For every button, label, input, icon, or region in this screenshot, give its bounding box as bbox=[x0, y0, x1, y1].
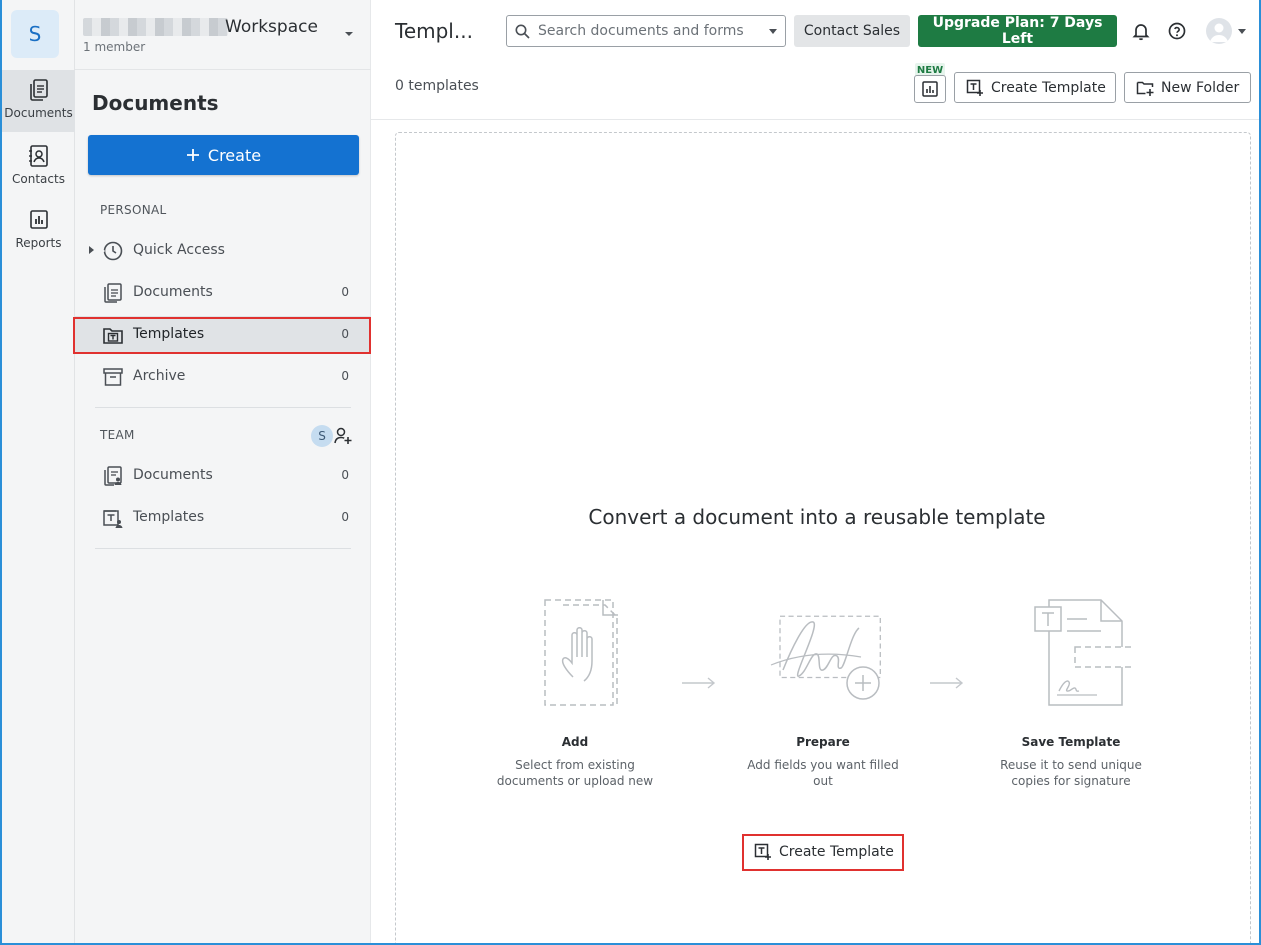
rail-item-documents[interactable]: Documents bbox=[2, 70, 75, 132]
sidebar-item-templates[interactable]: Templates 0 bbox=[75, 316, 371, 354]
workspace-name: Workspace bbox=[225, 17, 318, 37]
toolbar-divider bbox=[371, 119, 1259, 120]
nav-label: Archive bbox=[133, 368, 186, 384]
step-title: Save Template bbox=[1021, 735, 1121, 749]
report-button[interactable] bbox=[914, 75, 946, 103]
new-folder-label: New Folder bbox=[1161, 79, 1240, 96]
empty-state-create-template-button[interactable]: Create Template bbox=[744, 837, 900, 867]
team-member-avatar[interactable]: S bbox=[311, 425, 333, 447]
contact-sales-button[interactable]: Contact Sales bbox=[794, 15, 910, 47]
documents-icon bbox=[29, 79, 48, 101]
app-frame: S Documents Contacts Reports Workspace 1… bbox=[0, 0, 1261, 945]
rail-label: Contacts bbox=[12, 172, 65, 186]
nav-count: 0 bbox=[341, 285, 349, 299]
create-button[interactable]: Create bbox=[88, 135, 359, 175]
step-desc-line: Select from existing bbox=[515, 758, 635, 772]
template-add-icon bbox=[754, 843, 771, 860]
template-drop-zone[interactable] bbox=[395, 132, 1251, 943]
template-add-icon bbox=[966, 79, 983, 96]
step-description: Add fields you want filled out bbox=[733, 757, 913, 789]
cta-label: Create Template bbox=[779, 844, 894, 860]
signature-field-icon bbox=[770, 615, 881, 700]
reports-icon bbox=[29, 210, 48, 229]
expand-caret-icon[interactable] bbox=[89, 246, 94, 254]
folder-add-icon bbox=[1136, 81, 1154, 96]
workspace-members: 1 member bbox=[83, 40, 146, 54]
nav-count: 0 bbox=[341, 510, 349, 524]
report-icon bbox=[922, 81, 938, 97]
workspace-switcher[interactable]: Workspace 1 member bbox=[75, 0, 371, 70]
documents-icon bbox=[104, 283, 122, 303]
step-desc-line: out bbox=[813, 774, 833, 788]
template-folder-icon bbox=[103, 328, 123, 344]
clock-icon bbox=[103, 241, 123, 261]
personal-section-label: PERSONAL bbox=[100, 203, 167, 217]
empty-state-title: Convert a document into a reusable templ… bbox=[588, 505, 1046, 529]
nav-count: 0 bbox=[341, 369, 349, 383]
team-section-label: TEAM bbox=[100, 428, 135, 442]
sidebar-item-documents[interactable]: Documents 0 bbox=[75, 274, 371, 312]
arrow-right-icon bbox=[682, 677, 716, 689]
step-description: Reuse it to send unique copies for signa… bbox=[981, 757, 1161, 789]
nav-label: Documents bbox=[133, 467, 213, 483]
main-content: Templ... Contact Sales Upgrade Plan: 7 D… bbox=[371, 0, 1259, 943]
step-desc-line: copies for signature bbox=[1011, 774, 1131, 788]
new-folder-button[interactable]: New Folder bbox=[1124, 72, 1251, 103]
sidebar-divider bbox=[95, 548, 351, 549]
step-title: Prepare bbox=[796, 735, 850, 749]
sidebar-item-team-documents[interactable]: Documents 0 bbox=[75, 457, 371, 495]
user-icon bbox=[1210, 23, 1228, 42]
hand-document-icon bbox=[544, 599, 618, 706]
help-icon[interactable] bbox=[1167, 21, 1187, 41]
nav-label: Templates bbox=[133, 326, 205, 342]
account-menu-chevron-icon[interactable] bbox=[1238, 29, 1246, 34]
step-title: Add bbox=[561, 735, 589, 749]
step-description: Select from existing documents or upload… bbox=[485, 757, 665, 789]
rail-item-reports[interactable]: Reports bbox=[2, 200, 75, 262]
add-user-icon[interactable] bbox=[333, 426, 353, 446]
nav-count: 0 bbox=[341, 327, 349, 341]
create-template-label: Create Template bbox=[991, 79, 1106, 96]
chevron-down-icon[interactable] bbox=[342, 26, 356, 40]
sidebar-item-quick-access[interactable]: Quick Access bbox=[75, 232, 371, 270]
template-count: 0 templates bbox=[395, 78, 479, 94]
step-desc-line: documents or upload new bbox=[496, 774, 654, 788]
nav-label: Documents bbox=[133, 284, 213, 300]
archive-icon bbox=[103, 368, 123, 386]
nav-count: 0 bbox=[341, 468, 349, 482]
team-templates-icon bbox=[103, 510, 123, 528]
sidebar: Workspace 1 member Documents Create PERS… bbox=[73, 0, 371, 943]
sidebar-item-team-templates[interactable]: Templates 0 bbox=[75, 499, 371, 537]
template-document-icon bbox=[1034, 599, 1131, 706]
rail-label: Documents bbox=[4, 106, 73, 120]
step-desc-line: Add fields you want filled bbox=[747, 758, 899, 772]
app-rail: S Documents Contacts Reports bbox=[2, 0, 75, 943]
nav-label: Quick Access bbox=[133, 242, 225, 258]
search-box[interactable] bbox=[506, 15, 786, 47]
sidebar-divider bbox=[95, 407, 351, 408]
nav-label: Templates bbox=[133, 509, 205, 525]
workspace-badge[interactable]: S bbox=[11, 10, 59, 58]
plus-icon bbox=[186, 149, 199, 161]
arrow-right-icon bbox=[930, 677, 964, 689]
create-button-label: Create bbox=[207, 145, 262, 165]
search-icon bbox=[515, 24, 530, 39]
step-desc-line: Reuse it to send unique bbox=[1000, 758, 1142, 772]
contacts-icon bbox=[28, 145, 48, 167]
sidebar-item-archive[interactable]: Archive 0 bbox=[75, 358, 371, 396]
create-template-button[interactable]: Create Template bbox=[954, 72, 1116, 103]
avatar[interactable] bbox=[1206, 18, 1232, 44]
team-documents-icon bbox=[104, 466, 122, 486]
search-filter-dropdown-icon[interactable] bbox=[769, 29, 777, 34]
rail-label: Reports bbox=[15, 236, 62, 250]
rail-item-contacts[interactable]: Contacts bbox=[2, 136, 75, 198]
page-title: Templ... bbox=[395, 19, 473, 43]
upgrade-plan-button[interactable]: Upgrade Plan: 7 Days Left bbox=[918, 15, 1117, 47]
sidebar-title: Documents bbox=[92, 91, 219, 115]
workspace-name-redacted bbox=[83, 18, 228, 36]
search-input[interactable] bbox=[538, 20, 758, 42]
bell-icon[interactable] bbox=[1131, 21, 1151, 41]
